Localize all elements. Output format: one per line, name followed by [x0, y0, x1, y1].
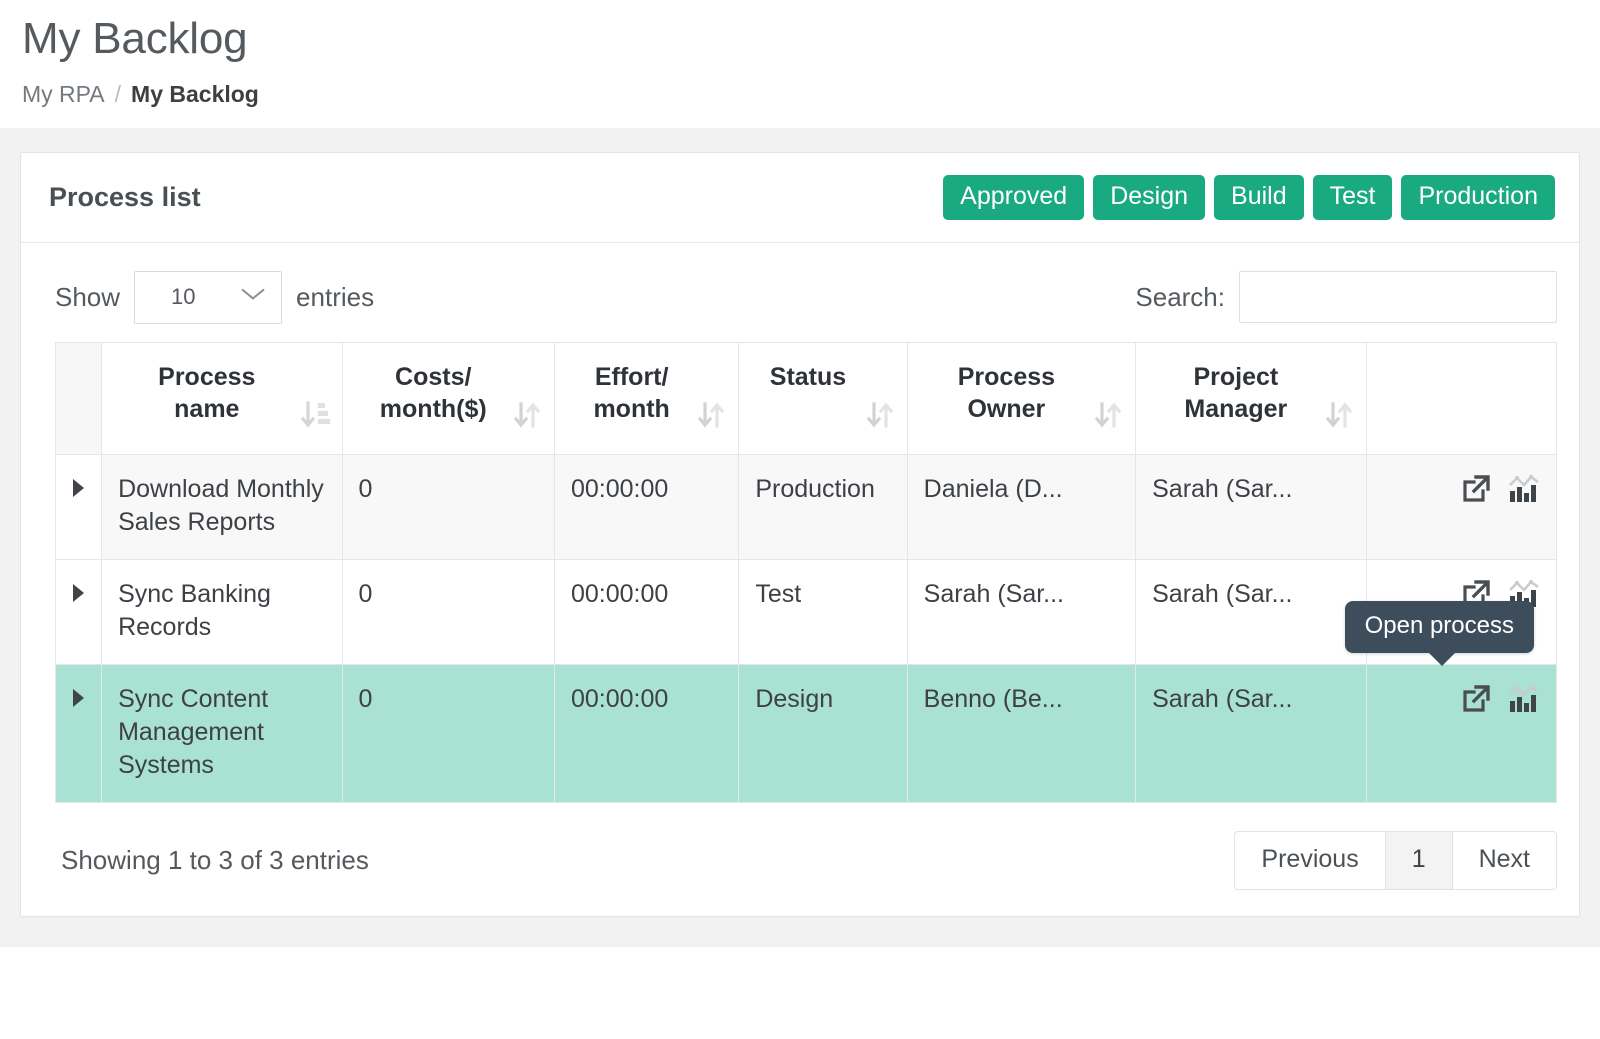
status-filter-button-group: Approved Design Build Test Production	[943, 174, 1555, 220]
page-length-select[interactable]: 102550100	[134, 270, 283, 324]
status-filter-test[interactable]: Test	[1312, 174, 1393, 220]
sort-amount-down-icon	[300, 400, 330, 432]
open-process-icon[interactable]	[1460, 473, 1492, 505]
pagination-page-1[interactable]: 1	[1384, 830, 1452, 890]
search-label: Search:	[1135, 281, 1225, 312]
cell-actions	[1365, 453, 1558, 560]
column-label-line2: Manager	[1184, 394, 1288, 423]
row-expand-toggle[interactable]	[54, 663, 103, 803]
caret-right-icon	[73, 478, 85, 497]
column-header-process-owner[interactable]: Process Owner	[906, 341, 1137, 455]
actions-column-header	[1365, 341, 1558, 455]
open-process-icon[interactable]	[1460, 683, 1492, 715]
table-toolbar: Show 102550100 entries Search:	[21, 243, 1579, 342]
cell-process-name: Sync Content Management Systems	[101, 663, 343, 803]
column-header-costs-month[interactable]: Costs/ month($)	[341, 341, 555, 455]
column-label-line1: Costs/	[395, 362, 472, 391]
search-input[interactable]	[1239, 271, 1557, 324]
pagination: Previous 1 Next	[1234, 830, 1557, 890]
column-label-line2: name	[174, 394, 240, 423]
breadcrumb-item-my-rpa[interactable]: My RPA	[22, 81, 105, 108]
page-length-control: Show 102550100 entries	[55, 270, 375, 324]
column-header-project-manager[interactable]: Project Manager	[1135, 341, 1367, 455]
entries-info: Showing 1 to 3 of 3 entries	[61, 844, 369, 875]
entries-label: entries	[296, 281, 375, 312]
column-header-effort-month[interactable]: Effort/ month	[553, 341, 740, 455]
column-label-line2: month	[593, 394, 670, 423]
column-label-line2: month($)	[379, 394, 487, 423]
breadcrumb: My RPA / My Backlog	[22, 81, 1600, 108]
sort-icon	[1093, 400, 1123, 432]
cell-project-manager: Sarah (Sar...	[1135, 663, 1367, 803]
card-header: Process list Approved Design Build Test …	[21, 153, 1579, 243]
table-body: Download Monthly Sales Reports 0 00:00:00 P…	[54, 453, 1558, 803]
page-title: My Backlog	[22, 14, 248, 63]
sort-icon	[1324, 400, 1354, 432]
column-header-process-name[interactable]: Process name	[101, 341, 343, 455]
open-process-tooltip: Open process	[1344, 600, 1534, 666]
cell-process-owner: Benno (Be...	[906, 663, 1137, 803]
breadcrumb-item-current: My Backlog	[131, 80, 259, 107]
status-filter-production[interactable]: Production	[1401, 174, 1555, 220]
column-header-status[interactable]: Status	[738, 341, 908, 455]
cell-costs-month: 0	[341, 453, 555, 560]
table-row[interactable]: Sync Content Management Systems 0 00:00:00…	[54, 600, 1558, 803]
breadcrumb-separator: /	[114, 80, 122, 107]
cell-effort-month: 00:00:00	[553, 663, 740, 803]
column-label-line1: Project	[1193, 362, 1279, 391]
cell-costs-month: 0	[341, 558, 555, 665]
table-header-row: Process name Costs/ month($) Effort/ mon…	[54, 341, 1558, 455]
caret-right-icon	[73, 688, 85, 707]
column-label-line1: Process	[158, 362, 256, 391]
cell-process-owner: Daniela (D...	[906, 453, 1137, 560]
table-row[interactable]: Download Monthly Sales Reports 0 00:00:00 P…	[54, 453, 1558, 560]
card-title: Process list	[49, 181, 201, 212]
show-label: Show	[55, 281, 121, 312]
pagination-next[interactable]: Next	[1451, 830, 1557, 890]
table-header: Process name Costs/ month($) Effort/ mon…	[54, 341, 1558, 455]
cell-status: Production	[738, 453, 908, 560]
column-label-line1: Effort/	[594, 362, 669, 391]
cell-process-name: Sync Banking Records	[101, 558, 343, 665]
cell-effort-month: 00:00:00	[553, 453, 740, 560]
process-table: Process name Costs/ month($) Effort/ mon…	[54, 341, 1558, 803]
row-expand-toggle[interactable]	[54, 453, 103, 560]
cell-status: Test	[738, 558, 908, 665]
table-footer: Showing 1 to 3 of 3 entries Previous 1 N…	[21, 803, 1579, 916]
page-header: My Backlog My RPA / My Backlog	[0, 0, 1600, 108]
table-row[interactable]: Sync Banking Records 0 00:00:00 Test Sarah (…	[54, 558, 1558, 665]
row-expand-toggle[interactable]	[54, 558, 103, 665]
cell-costs-month: 0	[341, 663, 555, 803]
process-list-card: Process list Approved Design Build Test …	[20, 151, 1580, 917]
table-container: Process name Costs/ month($) Effort/ mon…	[21, 341, 1579, 803]
search-control: Search:	[1135, 271, 1557, 324]
cell-project-manager: Sarah (Sar...	[1135, 558, 1367, 665]
status-filter-design[interactable]: Design	[1093, 174, 1206, 220]
sort-icon	[865, 400, 895, 432]
cell-status: Design	[738, 663, 908, 803]
sort-icon	[512, 400, 542, 432]
status-filter-approved[interactable]: Approved	[943, 174, 1085, 220]
expand-column-header	[54, 341, 103, 455]
cell-effort-month: 00:00:00	[553, 558, 740, 665]
column-label-line1: Process	[957, 362, 1056, 391]
caret-right-icon	[73, 583, 85, 602]
status-filter-build[interactable]: Build	[1214, 174, 1304, 220]
content-area: Process list Approved Design Build Test …	[0, 127, 1600, 947]
pagination-previous[interactable]: Previous	[1234, 830, 1385, 890]
cell-project-manager: Sarah (Sar...	[1135, 453, 1367, 560]
column-label-line1: Status	[769, 362, 847, 391]
cell-process-name: Download Monthly Sales Reports	[101, 453, 343, 560]
column-label-line2: Owner	[967, 394, 1046, 423]
chart-bar-icon[interactable]	[1508, 474, 1540, 504]
page-length-select-wrap: 102550100	[134, 270, 283, 324]
sort-icon	[696, 400, 726, 432]
cell-process-owner: Sarah (Sar...	[906, 558, 1137, 665]
cell-actions: Open process	[1344, 600, 1558, 803]
chart-bar-icon[interactable]	[1508, 684, 1540, 714]
